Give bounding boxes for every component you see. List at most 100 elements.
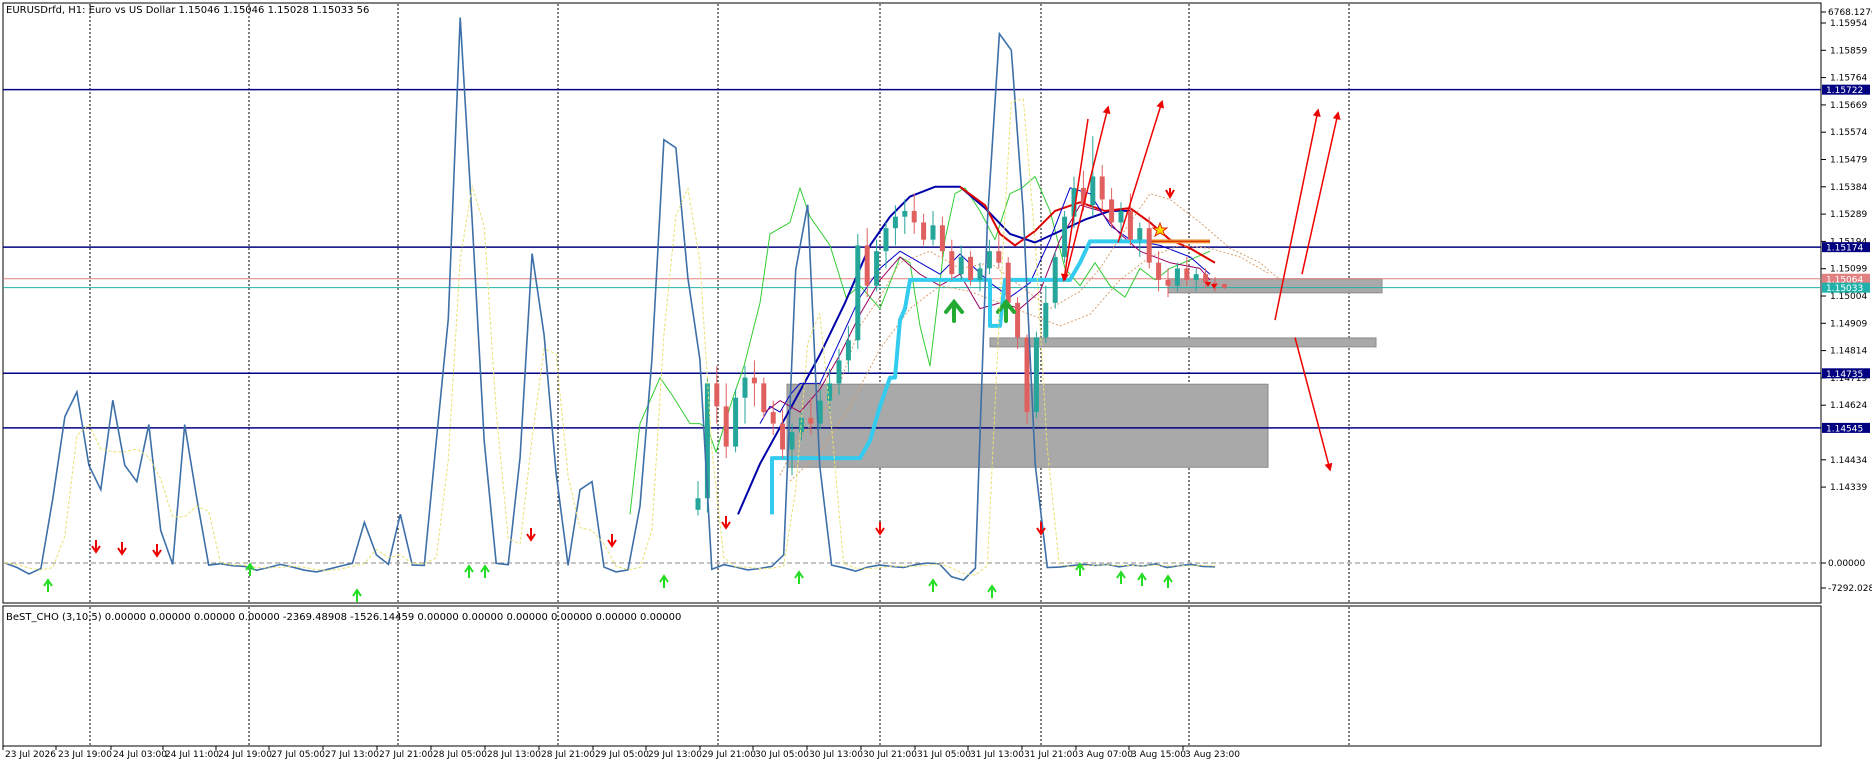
zone [1167,278,1383,294]
candle-body [1193,274,1199,280]
chart-root[interactable]: 1.14339 1.14434 1.14624 1.14719 1.14814 1.149… [0,0,1872,762]
candle-body [742,377,748,398]
candle-body [1146,228,1152,263]
candle-body [1184,268,1190,280]
candle-body [695,498,701,510]
candle-body [930,225,936,240]
candle-body [902,210,908,217]
candle-body [968,256,974,280]
candle-body [1052,256,1058,303]
candle-body [751,377,757,384]
y-tick-label: 1.15479 [1830,156,1867,166]
candle-body [845,340,851,361]
candle-body [1137,228,1143,240]
y-tick-label: 1.15954 [1830,19,1867,29]
x-tick-label: 29 Jul 13:00 [648,750,702,760]
chart-canvas[interactable]: 1.143391.144341.146241.147191.148141.149… [0,0,1872,762]
x-tick-label: 27 Jul 21:00 [379,750,433,760]
y-tick-label: 1.14814 [1830,347,1867,357]
candle-body [939,225,945,252]
candle-body [836,360,842,384]
candle-body [911,210,917,223]
candle-body [892,216,898,229]
y-tick-label: 1.14909 [1830,319,1867,329]
x-tick-label: 27 Jul 13:00 [325,750,379,760]
candle-body [789,432,795,450]
y-tick-label: 1.14339 [1830,483,1867,493]
indicator-title: BeST_CHO (3,10,5) 0.00000 0.00000 0.0000… [6,612,681,623]
candle-body [977,268,983,280]
candle-body [1005,262,1011,303]
x-tick-label: 30 Jul 13:00 [809,750,863,760]
x-tick-label: 23 Jul 2026 [5,750,56,760]
x-tick-label: 30 Jul 05:00 [755,750,809,760]
candle-body [1221,283,1227,288]
x-tick-label: 23 Jul 19:00 [58,750,112,760]
candle-body [949,251,955,275]
candle-body [723,406,729,447]
osc-y-tick-label: -7292.02823 [1828,584,1872,594]
candle-body [1043,302,1049,338]
candle-body [733,397,739,447]
price-tag-label: 1.14735 [1826,370,1863,380]
x-tick-label: 28 Jul 21:00 [541,750,595,760]
y-tick-label: 1.15289 [1830,210,1867,220]
candle-body [1165,279,1171,286]
candle-body [986,251,992,269]
y-tick-label: 1.15574 [1830,128,1867,138]
x-tick-label: 24 Jul 11:00 [165,750,219,760]
candle-body [780,423,786,450]
x-tick-label: 31 Jul 21:00 [1024,750,1078,760]
x-tick-label: 3 Aug 15:00 [1131,750,1186,760]
price-tag-label: 1.14545 [1826,424,1863,434]
x-tick-label: 24 Jul 03:00 [113,750,167,760]
candle-body [1033,337,1039,413]
osc-y-tick-label: 6768.12765 [1828,8,1872,18]
y-tick-label: 1.15764 [1830,74,1867,84]
candle-body [864,245,870,286]
candle-body [921,222,927,240]
y-tick-label: 1.15669 [1830,101,1867,111]
candle-body [1024,337,1030,413]
x-tick-label: 3 Aug 23:00 [1185,750,1240,760]
x-tick-label: 31 Jul 13:00 [970,750,1024,760]
candle-body [1156,262,1162,280]
x-tick-label: 29 Jul 21:00 [702,750,756,760]
candle-body [1062,216,1068,257]
candle-body [958,256,964,275]
price-tag-label: 1.15722 [1826,86,1863,96]
x-tick-label: 28 Jul 13:00 [487,750,541,760]
price-tag-label: 1.15174 [1826,244,1863,254]
candle-body [1099,176,1105,200]
candle-body [996,251,1002,263]
x-tick-label: 29 Jul 05:00 [595,750,649,760]
y-tick-label: 1.15384 [1830,183,1867,193]
candle-body [1174,268,1180,286]
candle-body [817,400,823,424]
x-tick-label: 27 Jul 05:00 [271,750,325,760]
candle-body [1203,274,1209,283]
candle-body [874,251,880,286]
y-tick-label: 1.14434 [1830,456,1867,466]
candle-body [1090,176,1096,206]
candle-body [855,245,861,341]
y-tick-label: 1.15099 [1830,265,1867,275]
candle-body [761,383,767,413]
zone [989,337,1377,348]
candle-body [883,228,889,252]
candle-body [1015,302,1021,338]
x-tick-label: 3 Aug 07:00 [1078,750,1133,760]
candle-body [1118,210,1124,223]
candle-body [770,412,776,424]
y-tick-label: 1.14624 [1830,401,1867,411]
candle-body [1127,210,1133,240]
candle-body [808,417,814,424]
candle-body [714,383,720,407]
x-tick-label: 28 Jul 05:00 [433,750,487,760]
price-tag-label: 1.15033 [1826,284,1863,294]
x-tick-label: 24 Jul 19:00 [218,750,272,760]
osc-y-tick-label: 0.00000 [1828,559,1865,569]
y-tick-label: 1.15859 [1830,46,1867,56]
x-tick-label: 31 Jul 05:00 [917,750,971,760]
x-tick-label: 30 Jul 21:00 [863,750,917,760]
